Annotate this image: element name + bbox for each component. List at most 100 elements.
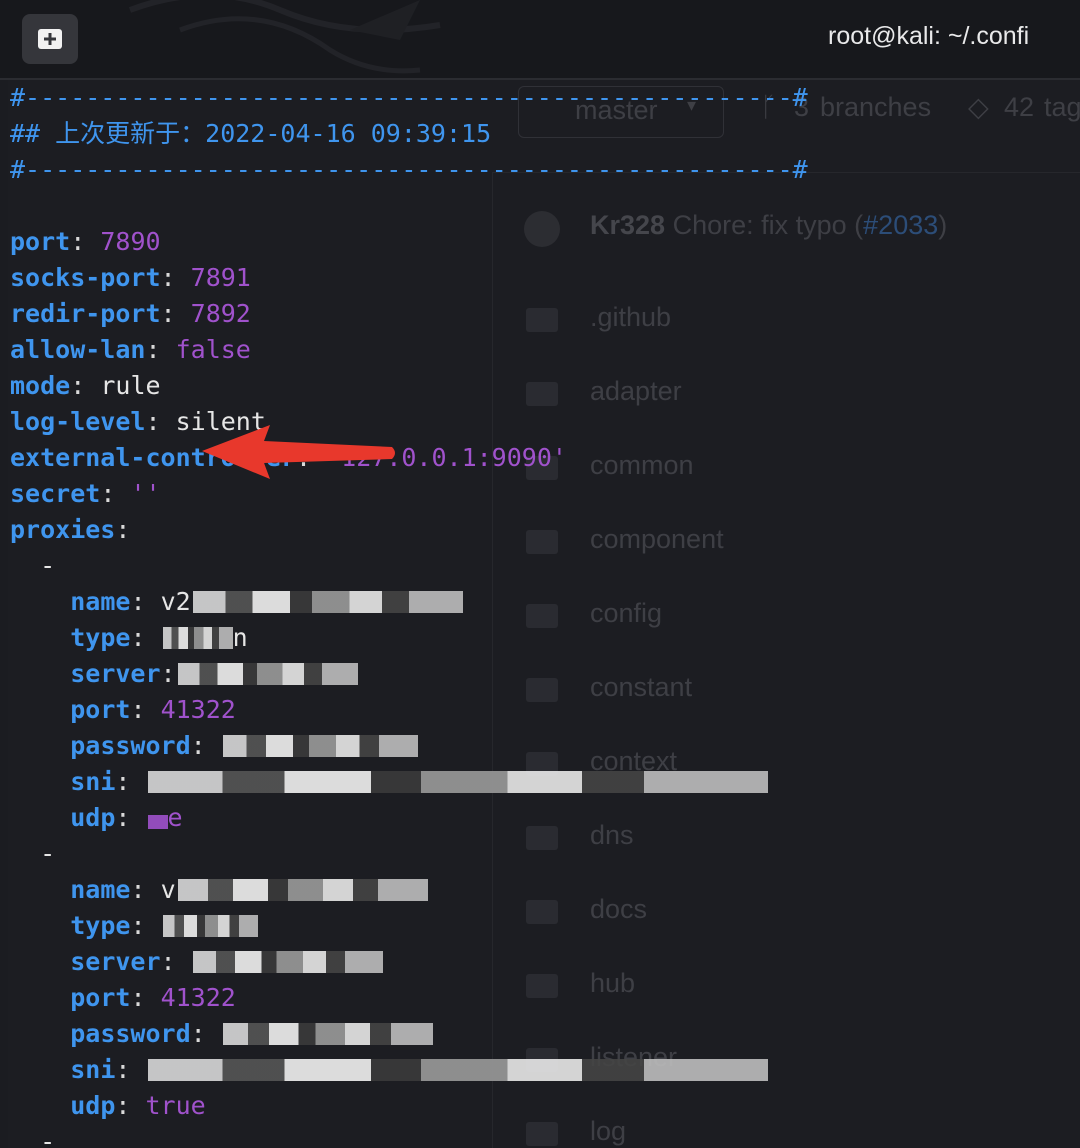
commit-close: ): [938, 210, 948, 240]
server-key: server: [70, 659, 161, 688]
config-file: #---------------------------------------…: [10, 80, 808, 1148]
commit-ref: #2033: [863, 210, 939, 240]
colon: :: [160, 659, 176, 688]
proxy-name-line: name: v2: [10, 584, 808, 620]
colon: :: [115, 1055, 131, 1084]
separator-top: #---------------------------------------…: [10, 83, 808, 112]
proxies-key: proxies: [10, 515, 116, 544]
list-dash: -: [40, 1127, 56, 1148]
secret-key: secret: [10, 479, 101, 508]
allow-lan-key: allow-lan: [10, 335, 146, 364]
sni-key: sni: [70, 767, 116, 796]
redir-port-value: 7892: [190, 299, 251, 328]
colon: :: [130, 983, 146, 1012]
proxy-server-line: server:: [10, 944, 808, 980]
proxy-sni-line: sni:: [10, 1052, 808, 1088]
name-value: v: [160, 875, 176, 904]
port-key: port: [70, 983, 131, 1012]
proxies-line: proxies:: [10, 512, 808, 548]
colon: :: [190, 731, 206, 760]
udp-key: udp: [70, 803, 116, 832]
list-dash: -: [40, 551, 56, 580]
log-level-line: log-level: silent: [10, 404, 808, 440]
name-key: name: [70, 587, 131, 616]
allow-lan-line: allow-lan: false: [10, 332, 808, 368]
list-dash: -: [40, 839, 56, 868]
redir-port-key: redir-port: [10, 299, 161, 328]
secret-line: secret: '': [10, 476, 808, 512]
list-item-dash: -: [10, 1124, 808, 1148]
port-value: 41322: [160, 695, 236, 724]
colon: :: [115, 515, 131, 544]
list-item-dash: -: [10, 836, 808, 872]
port-key: port: [70, 695, 131, 724]
proxy-port-line: port: 41322: [10, 980, 808, 1016]
mode-key: mode: [10, 371, 71, 400]
redacted-blur: [222, 1023, 433, 1045]
udp-value-tail: e: [167, 803, 183, 832]
udp-key: udp: [70, 1091, 116, 1120]
colon: :: [160, 263, 176, 292]
sni-key: sni: [70, 1055, 116, 1084]
updated-comment: ## 上次更新于：2022-04-16 09:39:15: [10, 119, 492, 148]
colon: :: [115, 803, 131, 832]
redacted-blur: [147, 815, 168, 829]
port-key: port: [10, 227, 71, 256]
colon: :: [190, 1019, 206, 1048]
mode-value: rule: [100, 371, 161, 400]
server-key: server: [70, 947, 161, 976]
tags-label: tag: [1044, 92, 1080, 122]
proxy-password-line: password:: [10, 728, 808, 764]
new-tab-icon: [38, 29, 62, 49]
colon: :: [130, 587, 146, 616]
password-key: password: [70, 731, 191, 760]
colon: :: [70, 371, 86, 400]
proxy-udp-line: udp: e: [10, 800, 808, 836]
socks-port-key: socks-port: [10, 263, 161, 292]
udp-value: true: [145, 1091, 206, 1120]
redacted-blur: [192, 951, 383, 973]
redir-port-line: redir-port: 7892: [10, 296, 808, 332]
tag-icon: ◇: [968, 92, 989, 122]
socks-port-value: 7891: [190, 263, 251, 292]
proxy-type-line: type: n: [10, 620, 808, 656]
redacted-blur: [177, 663, 358, 685]
redacted-blur: [147, 1059, 768, 1081]
proxy-name-line: name: v: [10, 872, 808, 908]
redacted-blur: [162, 627, 233, 649]
mode-line: mode: rule: [10, 368, 808, 404]
password-key: password: [70, 1019, 191, 1048]
window-title: root@kali: ~/.confi: [828, 22, 1030, 50]
branches-label: branches: [820, 92, 932, 122]
colon: :: [145, 335, 161, 364]
redacted-blur: [147, 771, 768, 793]
colon: :: [130, 911, 146, 940]
colon: :: [70, 227, 86, 256]
type-key: type: [70, 623, 131, 652]
external-controller-line: external-controller: '127.0.0.1:9090': [10, 440, 808, 476]
proxy-udp-line: udp: true: [10, 1088, 808, 1124]
type-value-tail: n: [232, 623, 248, 652]
terminal-output[interactable]: master ▾ ᚴ 3 branches ◇ 42 tag Kr328 Cho…: [8, 80, 1080, 1148]
log-level-key: log-level: [10, 407, 146, 436]
terminal-titlebar: root@kali: ~/.confi: [0, 0, 1080, 80]
allow-lan-value: false: [175, 335, 251, 364]
proxy-type-line: type:: [10, 908, 808, 944]
colon: :: [100, 479, 116, 508]
proxy-port-line: port: 41322: [10, 692, 808, 728]
port-line: port: 7890: [10, 224, 808, 260]
redacted-blur: [192, 591, 463, 613]
proxy-server-line: server:: [10, 656, 808, 692]
port-value: 41322: [160, 983, 236, 1012]
type-key: type: [70, 911, 131, 940]
colon: :: [160, 299, 176, 328]
proxy-password-line: password:: [10, 1016, 808, 1052]
kali-dragon-icon: [128, 0, 441, 74]
colon: :: [145, 407, 161, 436]
colon: :: [115, 767, 131, 796]
name-value: v2: [160, 587, 191, 616]
colon: :: [130, 695, 146, 724]
proxy-sni-line: sni:: [10, 764, 808, 800]
new-tab-button[interactable]: [22, 14, 78, 64]
